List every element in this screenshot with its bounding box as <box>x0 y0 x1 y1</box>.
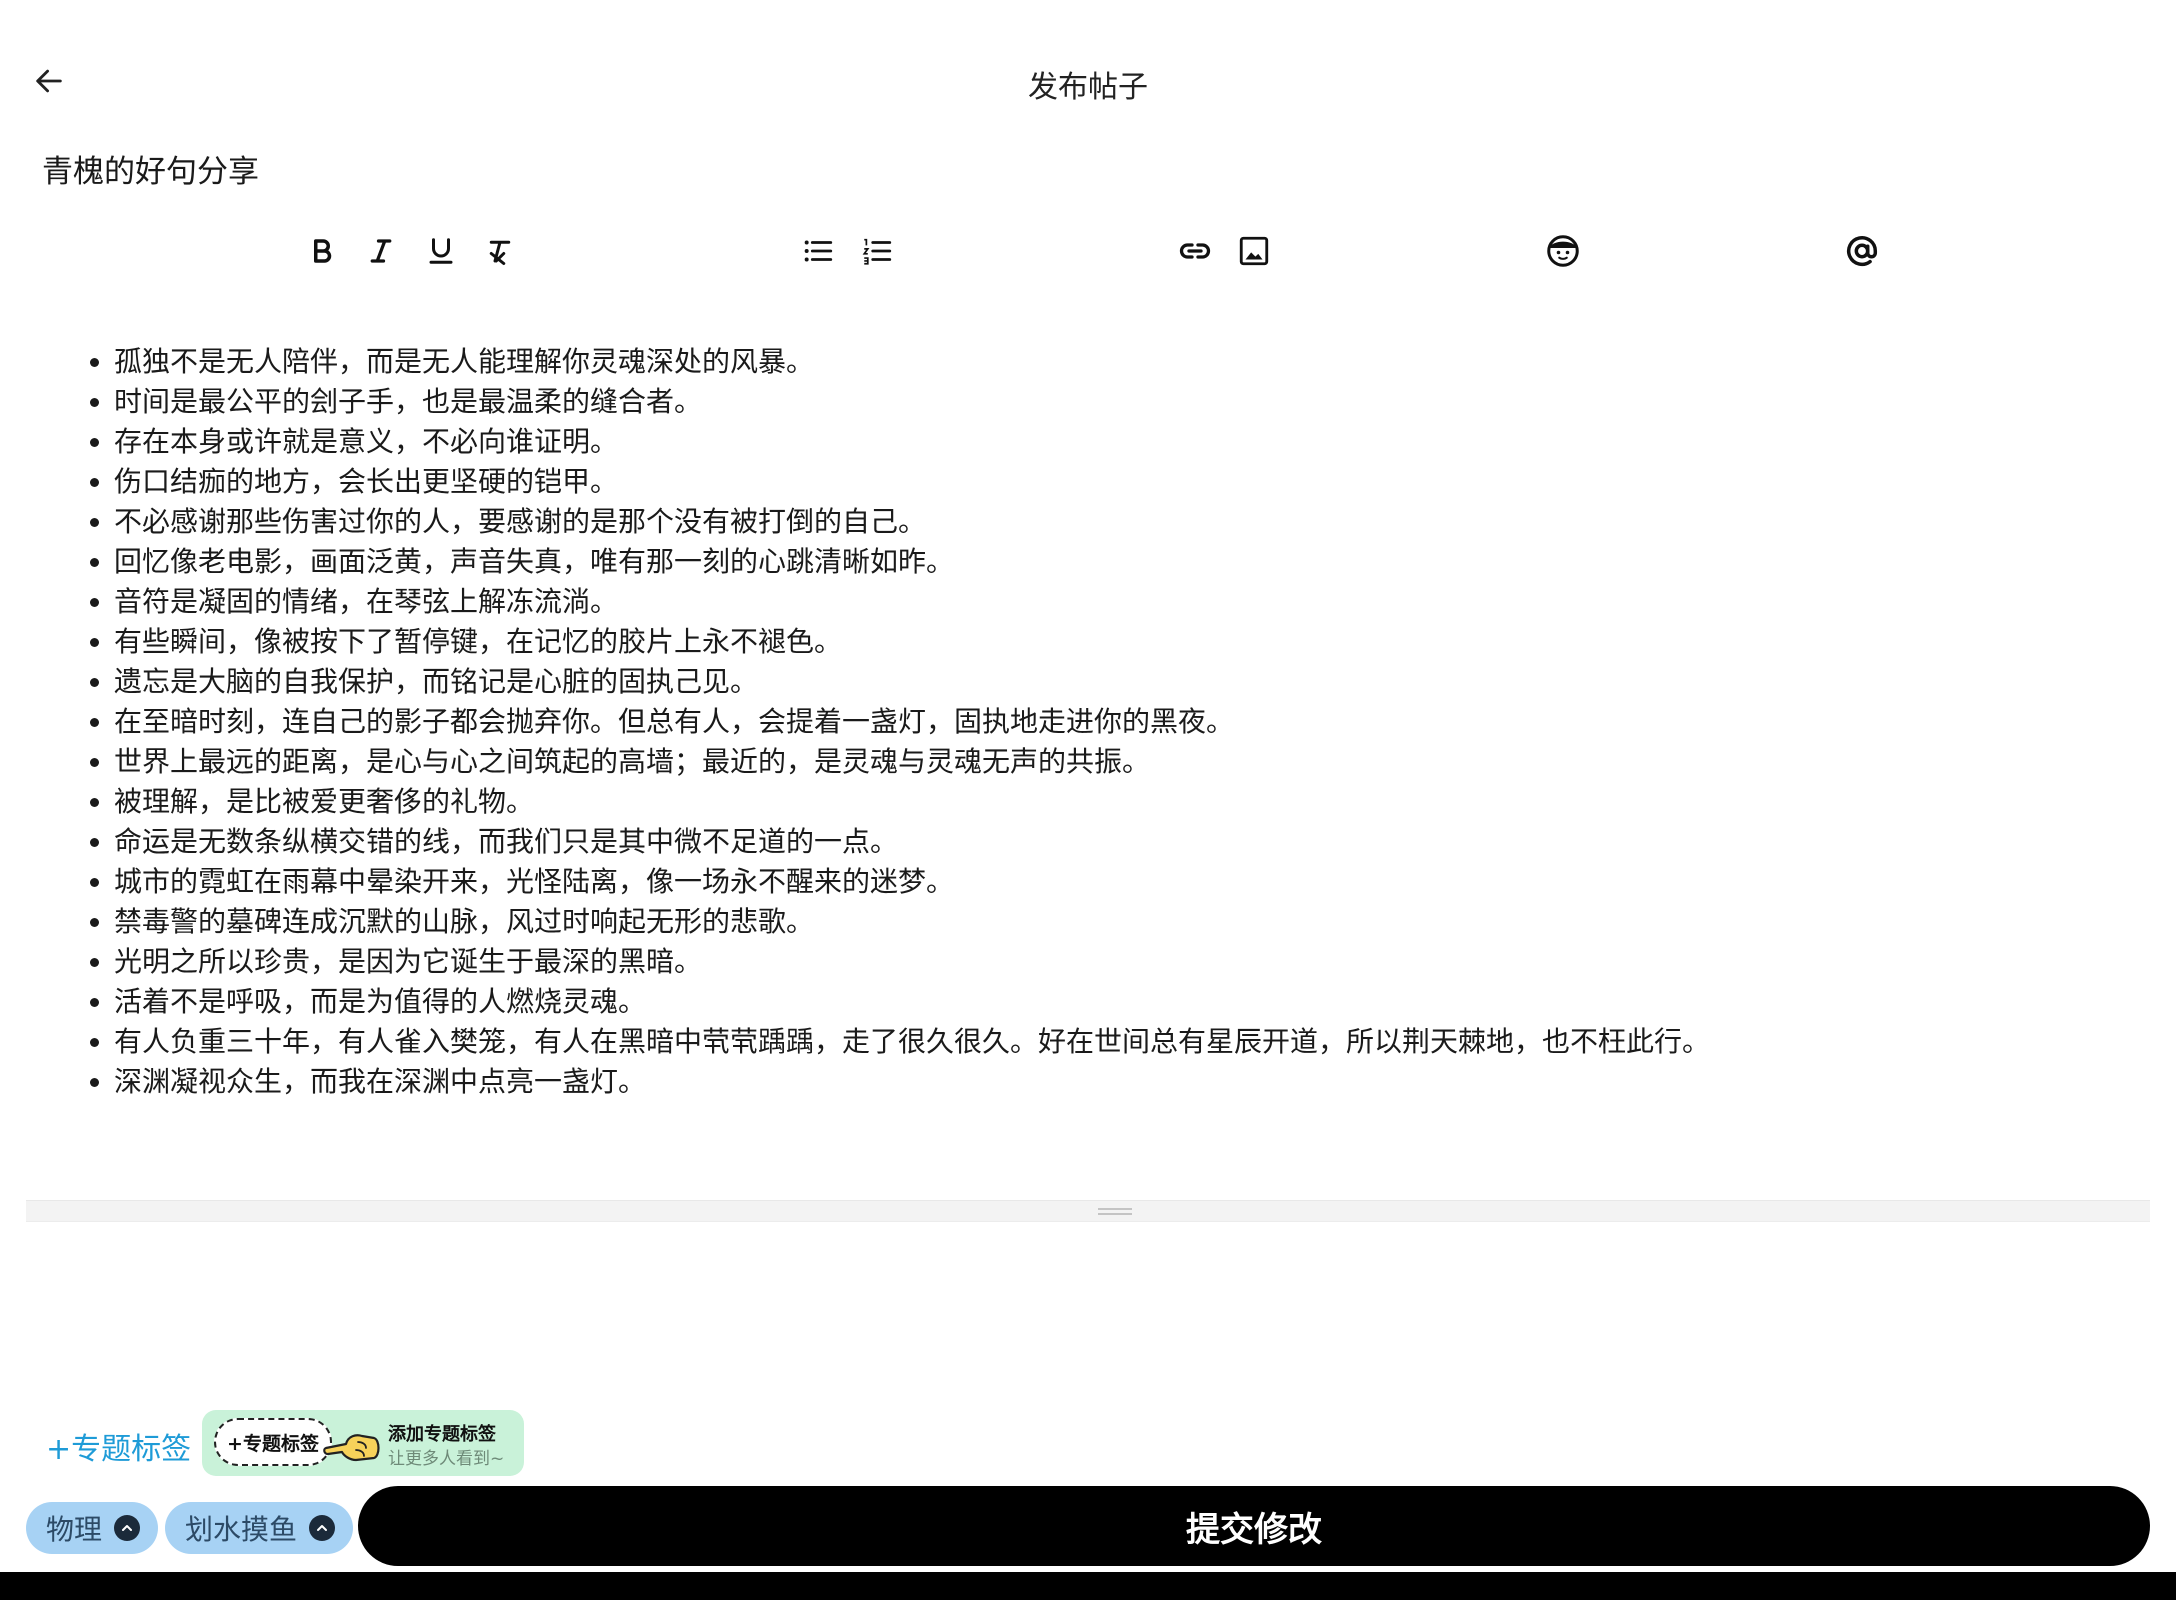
underline-button[interactable] <box>418 226 464 276</box>
list-item: 有人负重三十年，有人雀入樊笼，有人在黑暗中茕茕踽踽，走了很久很久。好在世间总有星… <box>114 1022 2144 1062</box>
mention-button[interactable] <box>1839 226 1885 276</box>
mention-icon <box>1846 236 1878 267</box>
link-button[interactable] <box>1172 226 1218 276</box>
list-item: 时间是最公平的刽子手，也是最温柔的缝合者。 <box>114 382 2144 422</box>
italic-button[interactable] <box>358 226 404 276</box>
rich-text-editor[interactable]: 孤独不是无人陪伴，而是无人能理解你灵魂深处的风暴。时间是最公平的刽子手，也是最温… <box>84 342 2144 1102</box>
list-item: 命运是无数条纵横交错的线，而我们只是其中微不足道的一点。 <box>114 822 2144 862</box>
pointing-hand-icon <box>323 1434 380 1462</box>
bullet-list-icon <box>804 240 833 262</box>
list-item: 世界上最远的距离，是心与心之间筑起的高墙；最近的，是灵魂与灵魂无声的共振。 <box>114 742 2144 782</box>
list-item: 被理解，是比被爱更奢侈的礼物。 <box>114 782 2144 822</box>
list-item: 孤独不是无人陪伴，而是无人能理解你灵魂深处的风暴。 <box>114 342 2144 382</box>
tag-chip-slacking[interactable]: 划水摸鱼 <box>165 1502 354 1554</box>
list-item: 活着不是呼吸，而是为值得的人燃烧灵魂。 <box>114 982 2144 1022</box>
editor-resize-handle[interactable] <box>26 1200 2150 1222</box>
editor-toolbar <box>0 226 2176 276</box>
submit-button[interactable]: 提交修改 <box>358 1486 2150 1566</box>
bullet-list: 孤独不是无人陪伴，而是无人能理解你灵魂深处的风暴。时间是最公平的刽子手，也是最温… <box>84 342 2144 1102</box>
tag-chip-label: 物理 <box>46 1513 103 1546</box>
italic-icon <box>370 239 392 263</box>
header: 发布帖子 <box>0 0 2176 168</box>
bold-icon <box>314 239 332 263</box>
link-icon <box>1179 243 1211 259</box>
list-item: 深渊凝视众生，而我在深渊中点亮一盏灯。 <box>114 1062 2144 1102</box>
tag-chip-label: 划水摸鱼 <box>185 1513 298 1546</box>
hint-topic-tag-sample: +专题标签 <box>214 1418 332 1466</box>
drag-grip-icon <box>1098 1208 1132 1215</box>
list-item: 有些瞬间，像被按下了暂停键，在记忆的胶片上永不褪色。 <box>114 622 2144 662</box>
page-title: 发布帖子 <box>1028 70 1148 105</box>
list-item: 禁毒警的墓碑连成沉默的山脉，风过时响起无形的悲歌。 <box>114 902 2144 942</box>
clear-format-icon <box>489 240 511 265</box>
list-item: 不必感谢那些伤害过你的人，要感谢的是那个没有被打倒的自己。 <box>114 502 2144 542</box>
system-navigation-bar <box>0 1572 2176 1600</box>
emoji-button[interactable] <box>1540 226 1586 276</box>
list-item: 在至暗时刻，连自己的影子都会抛弃你。但总有人，会提着一盏灯，固执地走进你的黑夜。 <box>114 702 2144 742</box>
hint-title: 添加专题标签 <box>388 1424 496 1445</box>
numbered-list-button[interactable] <box>854 226 900 276</box>
topic-tag-hint-banner[interactable]: +专题标签 添加专题标签 让更多人看到~ <box>202 1410 524 1476</box>
bullet-list-button[interactable] <box>795 226 841 276</box>
add-topic-tag-link[interactable]: +专题标签 <box>46 1424 191 1468</box>
list-item: 伤口结痂的地方，会长出更坚硬的铠甲。 <box>114 462 2144 502</box>
list-item: 存在本身或许就是意义，不必向谁证明。 <box>114 422 2144 462</box>
tag-chip-physics[interactable]: 物理 <box>26 1502 159 1554</box>
list-item: 城市的霓虹在雨幕中晕染开来，光怪陆离，像一场永不醒来的迷梦。 <box>114 862 2144 902</box>
list-item: 光明之所以珍贵，是因为它诞生于最深的黑暗。 <box>114 942 2144 982</box>
chevron-up-icon[interactable] <box>114 1515 141 1541</box>
clear-format-button[interactable] <box>477 226 523 276</box>
list-item: 遗忘是大脑的自我保护，而铭记是心脏的固执己见。 <box>114 662 2144 702</box>
list-item: 音符是凝固的情绪，在琴弦上解冻流淌。 <box>114 582 2144 622</box>
emoji-icon <box>1547 235 1579 267</box>
list-item: 回忆像老电影，画面泛黄，声音失真，唯有那一刻的心跳清晰如昨。 <box>114 542 2144 582</box>
image-button[interactable] <box>1231 226 1277 276</box>
post-title-input[interactable]: 青槐的好句分享 <box>42 146 259 191</box>
numbered-list-icon <box>862 238 892 265</box>
chevron-up-icon[interactable] <box>309 1515 336 1541</box>
underline-icon <box>429 238 453 264</box>
image-icon <box>1239 236 1269 266</box>
hint-subtitle: 让更多人看到~ <box>388 1449 505 1469</box>
bold-button[interactable] <box>299 226 345 276</box>
